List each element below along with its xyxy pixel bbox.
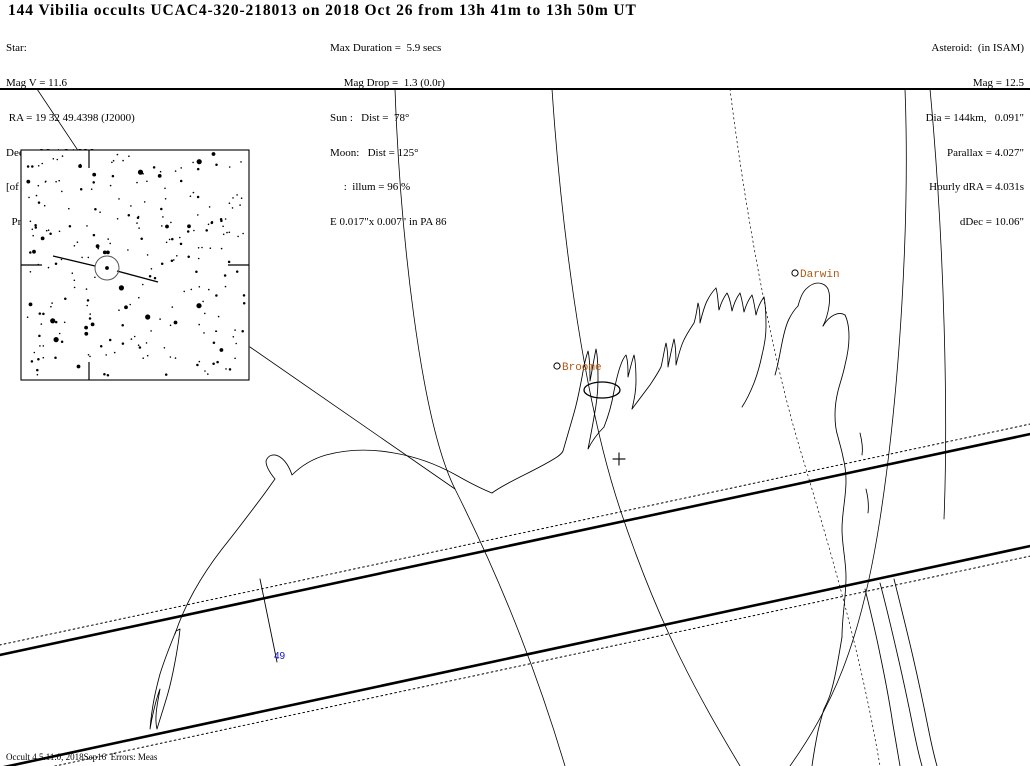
software-credit: Occult 4.5.11.0, 2018Sep16 Errors: Meas (6, 752, 158, 762)
path-center-marker (612, 452, 626, 466)
city-darwin: Darwin (791, 269, 840, 281)
city-broome: Broome (553, 362, 602, 374)
path-time-label: 49 (274, 651, 286, 662)
path-lower-limit (2, 544, 1030, 766)
path-tick (259, 578, 278, 663)
leader-lines (36, 89, 456, 490)
coastline (149, 282, 938, 766)
asteroid-heading: Asteroid: (in ISAM) (931, 42, 1024, 55)
city-label-broome: Broome (562, 362, 602, 374)
page-title: 144 Vibilia occults UCAC4-320-218013 on … (8, 2, 637, 19)
star-heading: Star: (6, 42, 27, 55)
max-duration: Max Duration = 5.9 secs (330, 42, 442, 55)
occultation-map: Broome Darwin 49 (0, 89, 1030, 766)
city-label-darwin: Darwin (800, 269, 840, 281)
graticule-parallels (729, 89, 881, 766)
path-upper-error (0, 423, 1030, 646)
occultation-prediction-page: 144 Vibilia occults UCAC4-320-218013 on … (0, 0, 1030, 766)
